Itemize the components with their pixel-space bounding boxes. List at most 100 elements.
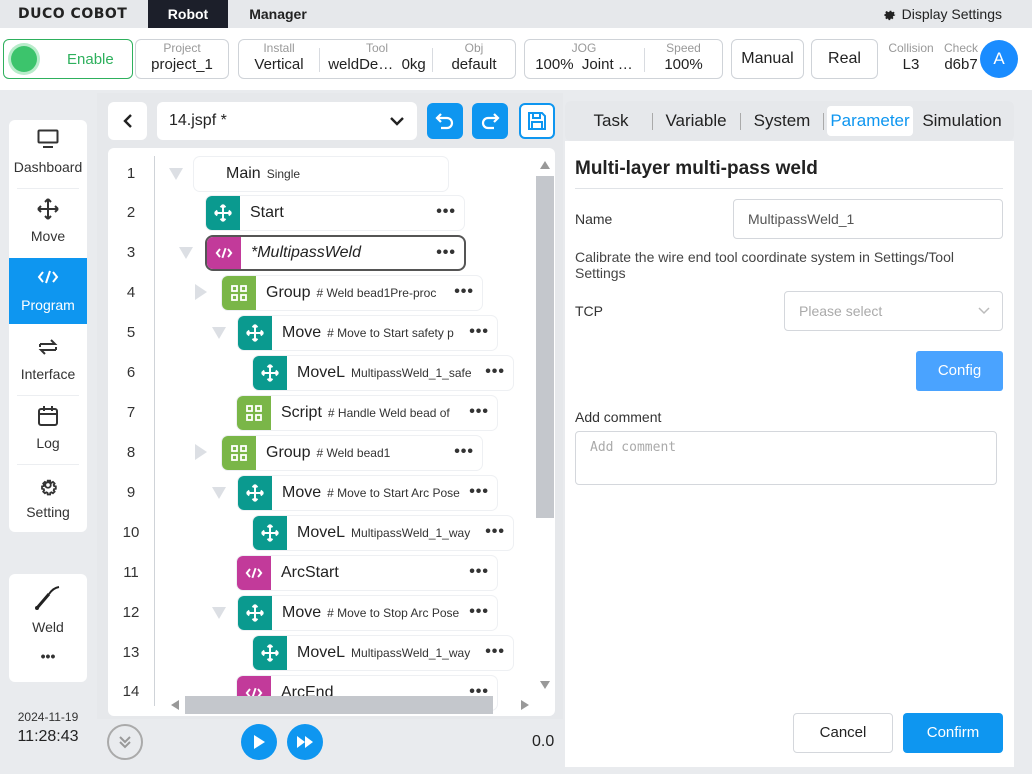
node-menu-icon[interactable]: •••	[466, 324, 489, 340]
scroll-right-icon[interactable]	[520, 699, 530, 711]
node-menu-icon[interactable]: •••	[466, 564, 489, 580]
tab-manager[interactable]: Manager	[228, 0, 328, 28]
scroll-thumb[interactable]	[536, 176, 554, 518]
back-button[interactable]	[108, 102, 147, 140]
tree-node-multipassweld[interactable]: *MultipassWeld •••	[207, 237, 464, 269]
project-box[interactable]: Project project_1	[135, 39, 229, 79]
obj-value: default	[451, 56, 497, 73]
grid-icon	[222, 276, 256, 310]
node-menu-icon[interactable]: •••	[451, 284, 474, 300]
move-arrows-icon	[253, 516, 287, 550]
tab-task[interactable]: Task	[583, 101, 639, 141]
horizontal-scrollbar[interactable]	[168, 696, 534, 714]
tab-variable[interactable]: Variable	[658, 101, 734, 141]
jog-speed-box[interactable]: JOG 100% Joint … Speed 100%	[524, 39, 723, 79]
line-number: 9	[126, 484, 136, 501]
tree-node-movel[interactable]: MoveL MultipassWeld_1_way •••	[253, 636, 513, 670]
tab-system[interactable]: System	[748, 101, 816, 141]
node-menu-icon[interactable]: •••	[433, 204, 456, 220]
tab-simulation[interactable]: Simulation	[917, 101, 1007, 141]
name-label: Name	[575, 211, 613, 227]
undo-button[interactable]	[427, 103, 463, 139]
code-icon	[37, 270, 59, 284]
tcp-label: TCP	[575, 303, 603, 319]
move-arrows-icon	[253, 356, 287, 390]
vertical-scrollbar[interactable]	[536, 158, 554, 694]
cancel-button[interactable]: Cancel	[793, 713, 893, 753]
sidebar-item-interface[interactable]: Interface	[9, 327, 87, 393]
check-status[interactable]: Check d6b7	[938, 41, 984, 75]
comment-field[interactable]: Add comment	[575, 431, 997, 485]
real-mode-button[interactable]: Real	[811, 39, 878, 79]
avatar[interactable]: A	[980, 40, 1018, 78]
step-down-button[interactable]	[107, 724, 143, 760]
install-tool-obj-box[interactable]: Install Vertical Tool weldDe… 0kg Obj de…	[238, 39, 516, 79]
divider	[319, 48, 320, 72]
config-button[interactable]: Config	[916, 351, 1003, 391]
tree-node-move[interactable]: Move # Move to Start safety p •••	[238, 316, 497, 350]
tree-node-move[interactable]: Move # Move to Stop Arc Pose •••	[238, 596, 497, 630]
collapse-toggle-icon[interactable]	[212, 487, 226, 499]
node-menu-icon[interactable]: •••	[466, 404, 489, 420]
tool-value: weldDe…	[328, 56, 394, 73]
sidebar-item-setting[interactable]: Setting	[9, 465, 87, 531]
enable-toggle[interactable]: Enable	[3, 39, 133, 79]
redo-button[interactable]	[472, 103, 508, 139]
sidebar-item-dashboard[interactable]: Dashboard	[9, 120, 87, 186]
tcp-select[interactable]: Please select	[784, 291, 1003, 331]
node-menu-icon[interactable]: •••	[482, 524, 505, 540]
fast-forward-button[interactable]	[287, 724, 323, 760]
sidebar-item-program[interactable]: Program	[9, 258, 87, 324]
save-button[interactable]	[519, 103, 555, 139]
scroll-up-icon[interactable]	[539, 160, 551, 170]
speed-key: Speed	[666, 41, 701, 55]
tab-parameter[interactable]: Parameter	[827, 106, 913, 136]
expand-toggle-icon[interactable]	[195, 444, 207, 460]
node-menu-icon[interactable]: •••	[451, 444, 474, 460]
sidebar-item-move[interactable]: Move	[9, 189, 87, 255]
tree-node-move[interactable]: Move # Move to Start Arc Pose •••	[238, 476, 497, 510]
node-name: Move	[282, 484, 322, 501]
tab-robot[interactable]: Robot	[148, 0, 228, 28]
clock: 2024-11-19 11:28:43	[0, 710, 96, 746]
scroll-thumb[interactable]	[185, 696, 493, 714]
move-arrows-icon	[238, 476, 272, 510]
sidebar-item-label: Move	[30, 228, 66, 244]
tree-node-arcstart[interactable]: ArcStart •••	[237, 556, 497, 590]
node-menu-icon[interactable]: •••	[482, 644, 505, 660]
tree-node-movel[interactable]: MoveL MultipassWeld_1_way •••	[253, 516, 513, 550]
collapse-toggle-icon[interactable]	[169, 168, 183, 180]
top-bar: DUCO COBOT Robot Manager Display Setting…	[0, 0, 1032, 28]
display-settings-button[interactable]: Display Settings	[883, 6, 1002, 22]
tool-weight: 0kg	[401, 56, 426, 73]
tree-node-group[interactable]: Group # Weld bead1 •••	[222, 436, 482, 470]
node-menu-icon[interactable]: •••	[466, 604, 489, 620]
play-icon	[254, 735, 265, 749]
collapse-toggle-icon[interactable]	[179, 247, 193, 259]
tree-node-start[interactable]: Start •••	[206, 196, 464, 230]
node-menu-icon[interactable]: •••	[482, 364, 505, 380]
sidebar-item-log[interactable]: Log	[9, 396, 87, 462]
tree-node-group[interactable]: Group # Weld bead1Pre-proc •••	[222, 276, 482, 310]
file-select[interactable]: 14.jspf *	[157, 102, 417, 140]
collapse-toggle-icon[interactable]	[212, 327, 226, 339]
check-key: Check	[943, 41, 978, 55]
tree-node-movel[interactable]: MoveL MultipassWeld_1_safe •••	[253, 356, 513, 390]
scroll-down-icon[interactable]	[539, 680, 551, 690]
more-button[interactable]: •••	[9, 648, 87, 664]
confirm-button[interactable]: Confirm	[903, 713, 1003, 753]
manual-mode-button[interactable]: Manual	[731, 39, 804, 79]
node-menu-icon[interactable]: •••	[433, 245, 456, 261]
weld-button[interactable]: Weld	[9, 584, 87, 635]
tree-node-main[interactable]: Main Single	[194, 157, 448, 191]
name-field[interactable]: MultipassWeld_1	[733, 199, 1003, 239]
collision-status[interactable]: Collision L3	[883, 41, 939, 75]
node-menu-icon[interactable]: •••	[466, 484, 489, 500]
gear-icon	[41, 479, 57, 496]
play-button[interactable]	[241, 724, 277, 760]
file-name: 14.jspf *	[169, 112, 227, 129]
tree-node-script[interactable]: Script # Handle Weld bead of •••	[237, 396, 497, 430]
expand-toggle-icon[interactable]	[195, 284, 207, 300]
scroll-left-icon[interactable]	[170, 699, 180, 711]
collapse-toggle-icon[interactable]	[212, 607, 226, 619]
